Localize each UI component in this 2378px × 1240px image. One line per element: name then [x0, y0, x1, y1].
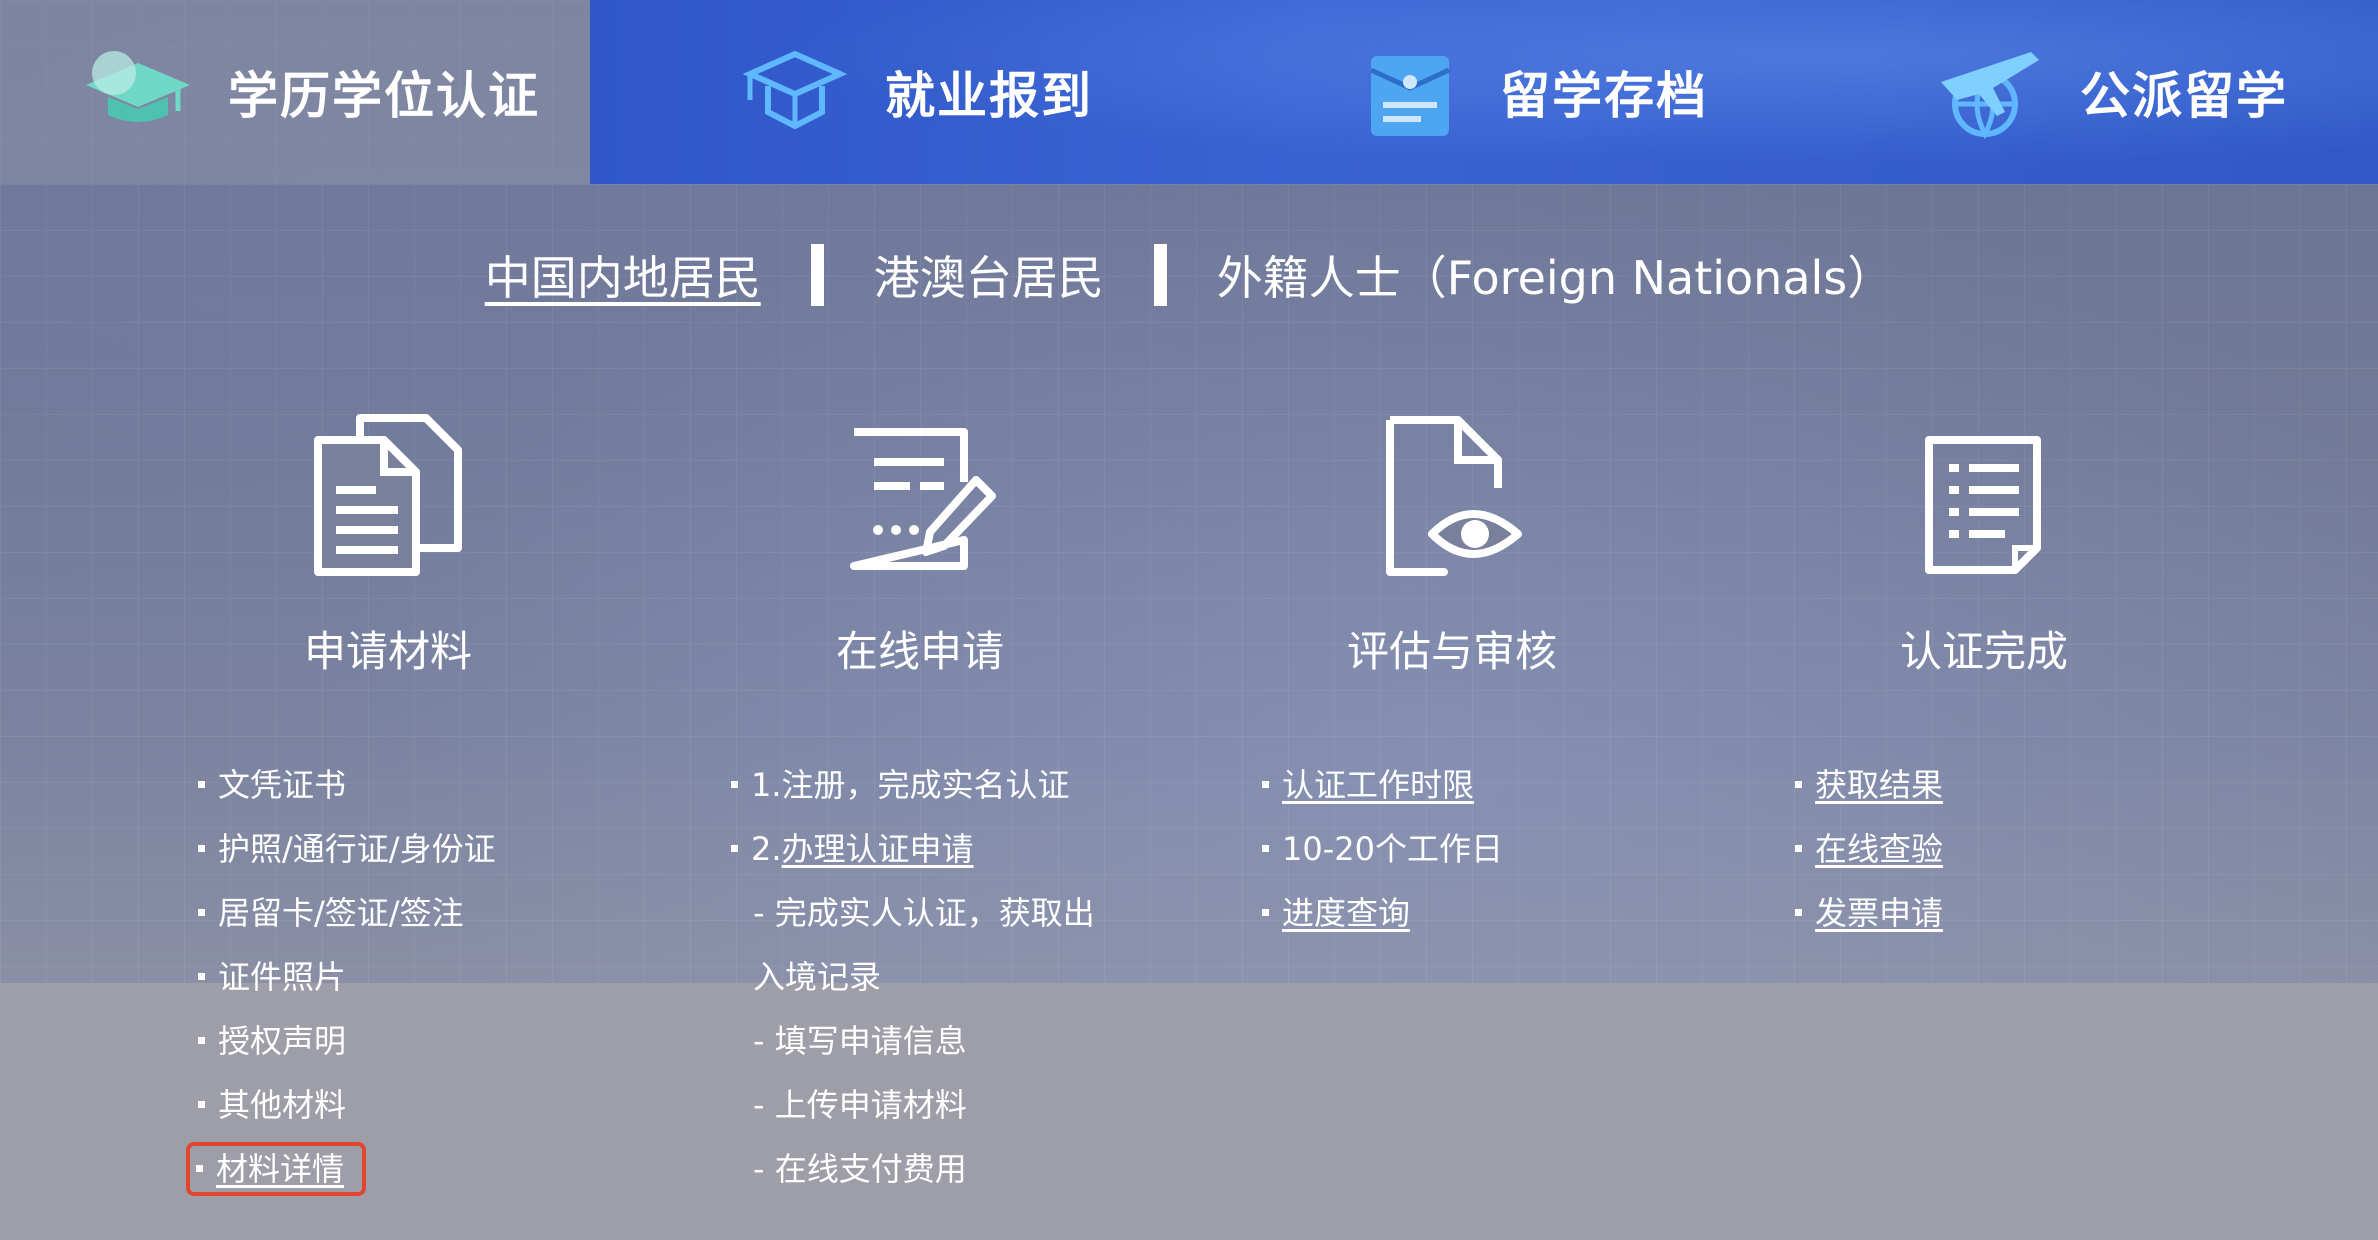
bullet	[731, 844, 738, 852]
tab-employment-registration[interactable]: 就业报到	[735, 0, 1093, 184]
list-item: 在线查验	[1795, 821, 1943, 885]
bullet	[198, 1100, 205, 1108]
step-application-materials: 申请材料	[168, 400, 608, 679]
bullet	[198, 1036, 205, 1044]
list-item: 授权声明	[198, 1013, 496, 1077]
list-subitem: 入境记录	[753, 958, 882, 996]
tab-label: 留学存档	[1500, 67, 1708, 125]
bullet	[198, 908, 205, 916]
materials-details-highlight: 材料详情	[186, 1142, 367, 1196]
bullet	[1795, 780, 1802, 788]
bullet	[198, 972, 205, 980]
bullet	[1262, 844, 1269, 852]
list-item: 10-20个工作日	[1262, 821, 1503, 885]
list-item: 认证工作时限	[1262, 757, 1503, 821]
bullet	[1795, 908, 1802, 916]
progress-query-link[interactable]: 进度查询	[1282, 894, 1410, 932]
list-item: 1.注册，完成实名认证	[731, 757, 1095, 821]
checklist-icon	[1764, 400, 2204, 580]
tab-degree-certification[interactable]: 学历学位认证	[0, 0, 590, 184]
step-title: 在线申请	[835, 627, 1004, 676]
category-separator	[810, 244, 824, 306]
bullet	[196, 1164, 203, 1172]
list-item: 护照/通行证/身份证	[198, 821, 496, 885]
bullet	[1795, 844, 1802, 852]
time-limit-link[interactable]: 认证工作时限	[1282, 766, 1474, 804]
step-title: 认证完成	[1899, 627, 2068, 676]
invoice-request-link[interactable]: 发票申请	[1815, 894, 1943, 932]
completion-list: 获取结果 在线查验 发票申请	[1795, 757, 1943, 949]
category-mainland-residents[interactable]: 中国内地居民	[485, 242, 761, 308]
graduation-cap-icon	[78, 42, 198, 142]
list-item: 获取结果	[1795, 757, 1943, 821]
list-item: 证件照片	[198, 949, 496, 1013]
archive-folder-icon	[1350, 42, 1470, 142]
category-separator	[1153, 244, 1167, 306]
top-navigation-tabs: 学历学位认证 就业报到 留学存档 公派留学	[0, 0, 2378, 184]
bullet	[1262, 908, 1269, 916]
step-title: 申请材料	[303, 627, 472, 676]
tab-label: 公派留学	[2080, 67, 2288, 125]
airplane-globe-icon	[1930, 42, 2050, 142]
list-item: 发票申请	[1795, 885, 1943, 949]
apply-certification-link[interactable]: 办理认证申请	[782, 830, 974, 868]
online-application-list: 1.注册，完成实名认证 2.办理认证申请 - 完成实人认证，获取出 入境记录 -…	[731, 757, 1095, 1205]
list-subitem: - 在线支付费用	[753, 1150, 967, 1188]
category-foreign-nationals[interactable]: 外籍人士（Foreign Nationals）	[1217, 242, 1894, 308]
mortarboard-book-icon	[735, 42, 855, 142]
bullet	[1262, 780, 1269, 788]
list-item: 居留卡/签证/签注	[198, 885, 496, 949]
materials-list: 文凭证书 护照/通行证/身份证 居留卡/签证/签注 证件照片 授权声明 其他材料…	[186, 757, 496, 1205]
list-subitem: - 上传申请材料	[753, 1086, 967, 1124]
tab-label: 就业报到	[885, 67, 1093, 125]
tab-study-abroad-archive[interactable]: 留学存档	[1350, 0, 1708, 184]
step-online-application: 在线申请	[700, 400, 1140, 679]
step-certification-complete: 认证完成	[1764, 400, 2204, 679]
list-item: 进度查询	[1262, 885, 1503, 949]
materials-details-link[interactable]: 材料详情	[216, 1150, 344, 1188]
list-subitem: - 完成实人认证，获取出	[753, 894, 1095, 932]
documents-icon	[168, 400, 608, 580]
applicant-category-selector: 中国内地居民 港澳台居民 外籍人士（Foreign Nationals）	[0, 240, 2378, 310]
list-item: 文凭证书	[198, 757, 496, 821]
list-subitem: - 填写申请信息	[753, 1022, 967, 1060]
list-item: 2.办理认证申请	[731, 821, 1095, 885]
online-verification-link[interactable]: 在线查验	[1815, 830, 1943, 868]
step-title: 评估与审核	[1346, 627, 1557, 676]
list-item: 其他材料	[198, 1077, 496, 1141]
bullet	[731, 780, 738, 788]
review-list: 认证工作时限 10-20个工作日 进度查询	[1262, 757, 1503, 949]
form-edit-icon	[700, 400, 1140, 580]
tab-government-sponsored-study[interactable]: 公派留学	[1930, 0, 2288, 184]
list-item: 材料详情	[186, 1141, 496, 1205]
bullet	[198, 780, 205, 788]
step-evaluation-review: 评估与审核	[1232, 400, 1672, 679]
category-hk-macao-taiwan[interactable]: 港澳台居民	[874, 242, 1104, 308]
bullet	[198, 844, 205, 852]
get-results-link[interactable]: 获取结果	[1815, 766, 1943, 804]
tab-label: 学历学位认证	[228, 67, 540, 125]
document-eye-icon	[1232, 400, 1672, 580]
